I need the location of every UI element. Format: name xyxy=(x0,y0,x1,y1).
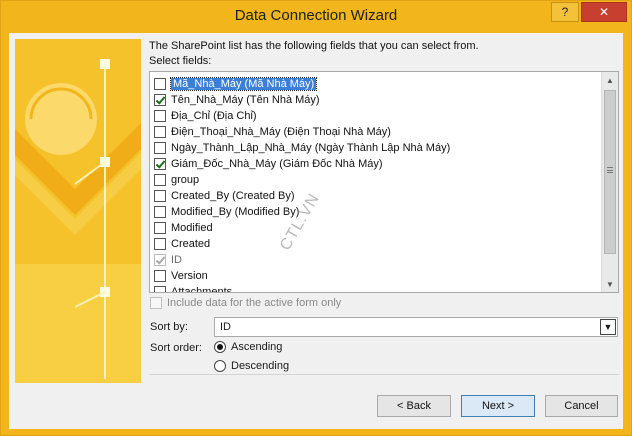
field-checkbox[interactable] xyxy=(154,270,166,282)
field-row[interactable]: Attachments xyxy=(154,284,233,293)
field-checkbox[interactable] xyxy=(154,158,166,170)
field-row[interactable]: Ngày_Thành_Lập_Nhà_Máy (Ngày Thành Lập N… xyxy=(154,140,450,156)
select-fields-label: Select fields: xyxy=(149,55,212,67)
field-row[interactable]: Địa_Chỉ (Địa Chỉ) xyxy=(154,108,257,124)
descending-label: Descending xyxy=(231,360,290,372)
ascending-label: Ascending xyxy=(231,341,283,353)
field-label: Modified_By (Modified By) xyxy=(171,206,300,218)
close-button[interactable]: ✕ xyxy=(581,2,627,22)
field-checkbox xyxy=(154,254,166,266)
field-label: group xyxy=(171,174,200,186)
fields-scrollbar[interactable]: ▲ ▼ xyxy=(601,72,618,292)
button-separator xyxy=(149,374,619,375)
field-row[interactable]: Mã_Nhà_Máy (Mã Nhà Máy) xyxy=(154,76,318,92)
field-row[interactable]: Điện_Thoại_Nhà_Máy (Điện Thoại Nhà Máy) xyxy=(154,124,391,140)
field-checkbox[interactable] xyxy=(154,174,166,186)
sort-by-value: ID xyxy=(220,321,231,333)
field-label: Ngày_Thành_Lập_Nhà_Máy (Ngày Thành Lập N… xyxy=(171,142,451,154)
scroll-down-icon[interactable]: ▼ xyxy=(602,276,618,292)
dialog-body: The SharePoint list has the following fi… xyxy=(9,33,623,429)
field-checkbox[interactable] xyxy=(154,238,166,250)
ascending-radio[interactable] xyxy=(214,341,226,353)
field-checkbox[interactable] xyxy=(154,142,166,154)
field-label: Attachments xyxy=(171,286,233,293)
scroll-thumb[interactable] xyxy=(604,90,616,254)
field-row[interactable]: Created_By (Created By) xyxy=(154,188,295,204)
field-checkbox[interactable] xyxy=(154,94,166,106)
include-label: Include data for the active form only xyxy=(167,297,342,309)
back-button[interactable]: < Back xyxy=(377,395,451,417)
sort-order-label: Sort order: xyxy=(150,342,202,354)
next-button[interactable]: Next > xyxy=(461,395,535,417)
field-checkbox[interactable] xyxy=(154,78,166,90)
cancel-button[interactable]: Cancel xyxy=(545,395,618,417)
field-label: Tên_Nhà_Máy (Tên Nhà Máy) xyxy=(171,94,320,106)
field-checkbox[interactable] xyxy=(154,222,166,234)
field-label: Version xyxy=(171,270,208,282)
field-row[interactable]: Created xyxy=(154,236,210,252)
include-checkbox-box[interactable] xyxy=(150,297,162,309)
title-bar: Data Connection Wizard ? ✕ xyxy=(1,1,631,33)
field-row[interactable]: Modified xyxy=(154,220,213,236)
field-label: ID xyxy=(171,254,182,266)
descending-radio[interactable] xyxy=(214,360,226,372)
field-row[interactable]: Tên_Nhà_Máy (Tên Nhà Máy) xyxy=(154,92,320,108)
sort-by-label: Sort by: xyxy=(150,321,188,333)
field-checkbox[interactable] xyxy=(154,190,166,202)
sort-by-select[interactable]: ID ▼ xyxy=(214,317,618,337)
descending-option[interactable]: Descending xyxy=(214,360,289,372)
field-label: Mã_Nhà_Máy (Mã Nhà Máy) xyxy=(169,77,318,91)
field-label: Modified xyxy=(171,222,213,234)
field-label: Giám_Đốc_Nhà_Máy (Giám Đốc Nhà Máy) xyxy=(171,158,383,170)
field-checkbox[interactable] xyxy=(154,110,166,122)
help-button[interactable]: ? xyxy=(551,2,579,22)
intro-text: The SharePoint list has the following fi… xyxy=(149,40,479,52)
include-active-form-checkbox[interactable]: Include data for the active form only xyxy=(150,297,341,309)
field-label: Điện_Thoại_Nhà_Máy (Điện Thoại Nhà Máy) xyxy=(171,126,391,138)
scroll-up-icon[interactable]: ▲ xyxy=(602,72,618,88)
field-row[interactable]: Giám_Đốc_Nhà_Máy (Giám Đốc Nhà Máy) xyxy=(154,156,383,172)
wizard-window: Data Connection Wizard ? ✕ The SharePoin… xyxy=(0,0,632,436)
field-row[interactable]: group xyxy=(154,172,199,188)
chevron-down-icon[interactable]: ▼ xyxy=(600,319,616,335)
window-title: Data Connection Wizard xyxy=(234,7,398,24)
field-row[interactable]: ID xyxy=(154,252,182,268)
field-label: Created_By (Created By) xyxy=(171,190,295,202)
field-row[interactable]: Version xyxy=(154,268,208,284)
field-checkbox[interactable] xyxy=(154,206,166,218)
field-label: Created xyxy=(171,238,211,250)
ascending-option[interactable]: Ascending xyxy=(214,341,282,353)
field-label: Địa_Chỉ (Địa Chỉ) xyxy=(171,110,257,122)
fields-list[interactable]: Mã_Nhà_Máy (Mã Nhà Máy) Tên_Nhà_Máy (Tên … xyxy=(149,71,619,293)
field-checkbox[interactable] xyxy=(154,286,166,292)
wizard-banner-image xyxy=(15,39,141,383)
field-row[interactable]: Modified_By (Modified By) xyxy=(154,204,299,220)
field-checkbox[interactable] xyxy=(154,126,166,138)
